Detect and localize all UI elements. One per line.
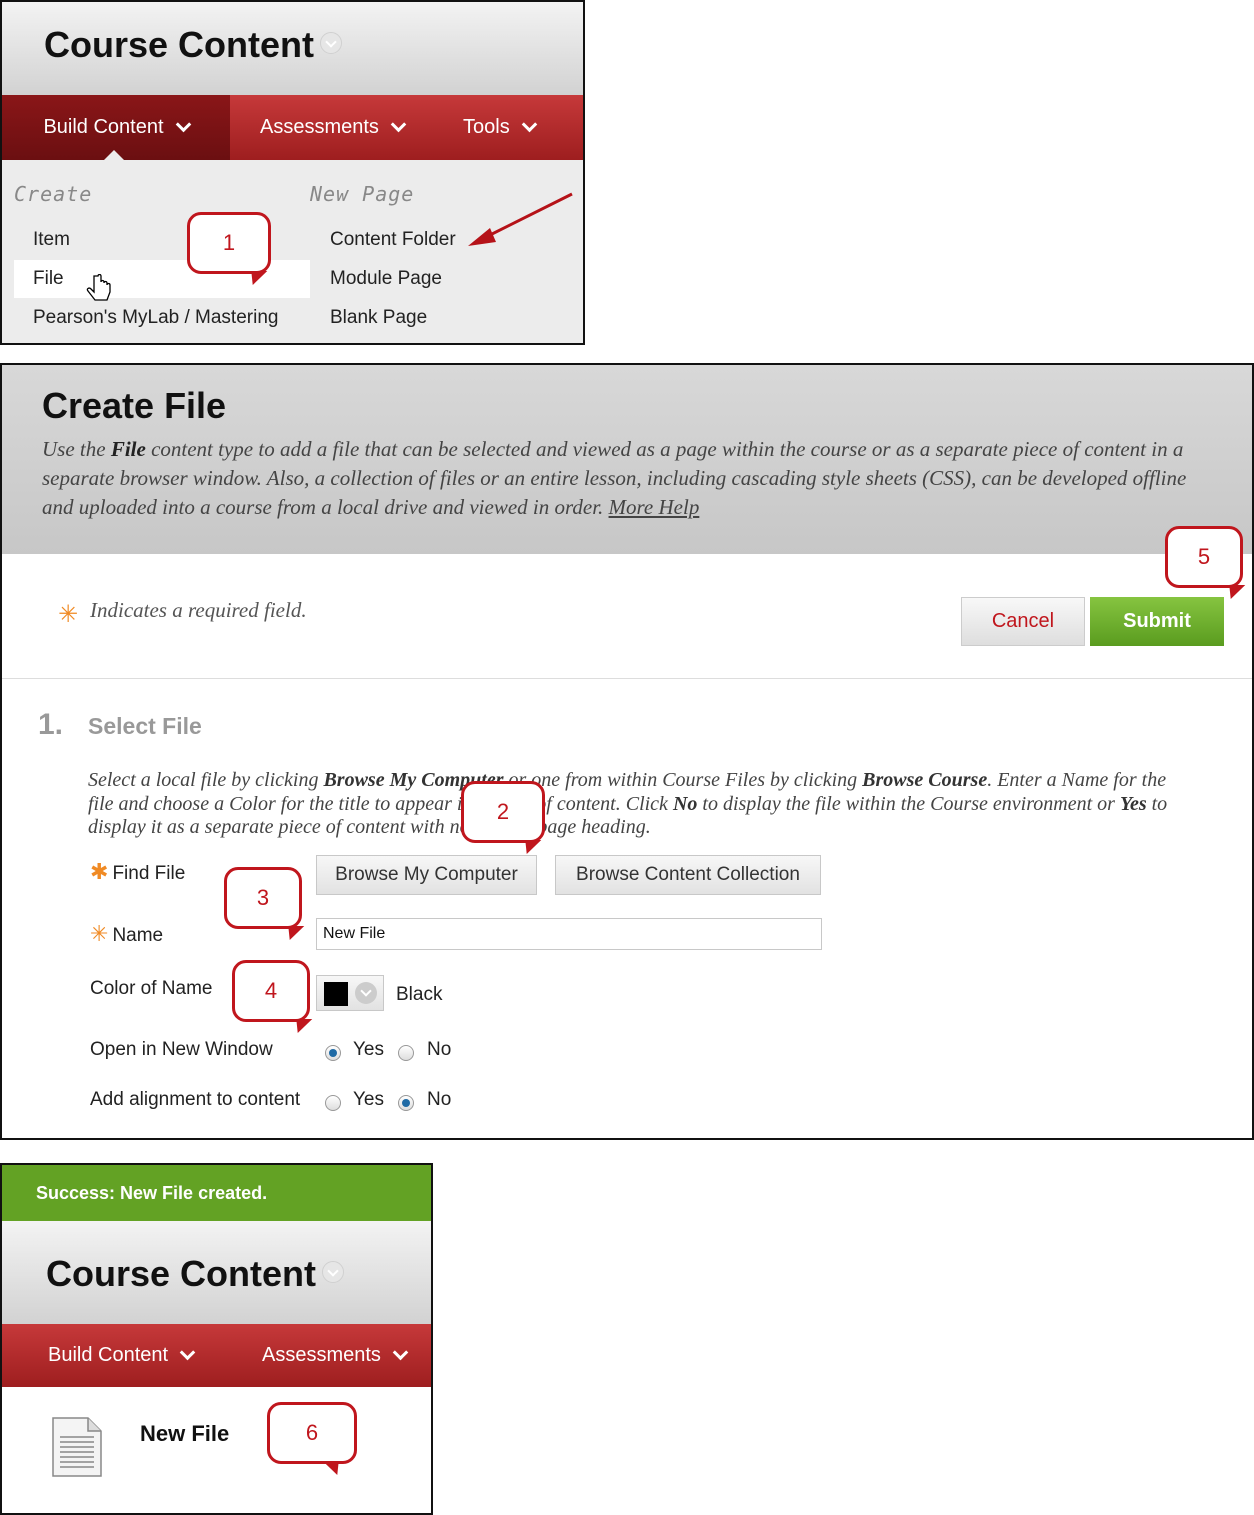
step-desc-bold: Browse Course — [862, 769, 988, 791]
open-new-window-label: Open in New Window — [90, 1039, 273, 1060]
content-toolbar: Build Content Assessments — [2, 1324, 431, 1387]
assessments-label: Assessments — [260, 116, 379, 138]
build-content-menu[interactable]: Build Content — [48, 1324, 196, 1387]
color-swatch — [324, 982, 348, 1006]
form-action-bar: ✳ Indicates a required field. Cancel Sub… — [2, 554, 1252, 679]
page-description: Use the File content type to add a file … — [42, 435, 1212, 522]
radio-label-no: No — [427, 1089, 452, 1110]
menu-item-item[interactable]: Item — [33, 229, 70, 251]
menu-item-content-folder[interactable]: Content Folder — [330, 229, 456, 251]
browse-my-computer-button[interactable]: Browse My Computer — [316, 855, 537, 895]
create-section-label: Create — [14, 182, 93, 206]
course-content-header: Course Content — [2, 1221, 431, 1324]
chevron-down-icon — [521, 116, 537, 133]
course-content-result-panel: Success: New File created. Course Conten… — [0, 1163, 433, 1515]
find-file-label-text: Find File — [112, 863, 186, 884]
step-callout-5: 5 — [1165, 526, 1243, 588]
course-content-header: Course Content — [2, 2, 583, 95]
color-value: Black — [396, 984, 443, 1005]
color-picker[interactable] — [316, 975, 384, 1011]
color-of-name-label: Color of Name — [90, 978, 213, 999]
assessments-menu[interactable]: Assessments — [260, 95, 407, 160]
assessments-menu[interactable]: Assessments — [262, 1324, 409, 1387]
required-note: Indicates a required field. — [90, 598, 307, 622]
content-item-title[interactable]: New File — [140, 1421, 229, 1447]
menu-pointer — [104, 150, 124, 160]
step-callout-2: 2 — [461, 781, 545, 843]
hand-cursor-icon — [86, 274, 111, 301]
required-asterisk-icon: ✳ — [58, 601, 79, 628]
page-title: Course Content — [44, 24, 342, 66]
menu-item-blank-page[interactable]: Blank Page — [330, 307, 427, 329]
menu-item-pearson-mylab[interactable]: Pearson's MyLab / Mastering — [33, 307, 278, 329]
menu-item-file[interactable]: File — [33, 268, 64, 290]
name-field[interactable]: New File — [316, 918, 822, 950]
step-desc-text: or one from within Course Files by click… — [503, 769, 863, 791]
create-file-header: Create File Use the File content type to… — [2, 365, 1252, 554]
step-desc-bold: No — [672, 792, 698, 815]
chevron-down-icon[interactable] — [320, 32, 342, 55]
find-file-label: ✱ Find File — [90, 859, 185, 885]
radio-label-yes: Yes — [353, 1039, 384, 1060]
build-content-label: Build Content — [48, 1344, 169, 1366]
assessments-label: Assessments — [262, 1344, 381, 1366]
chevron-down-icon — [355, 982, 377, 1004]
chevron-down-icon — [392, 1344, 409, 1361]
description-bold: File — [110, 437, 146, 461]
submit-button[interactable]: Submit — [1090, 597, 1224, 646]
alignment-yes-radio[interactable] — [325, 1095, 341, 1111]
chevron-down-icon — [179, 1344, 196, 1361]
add-alignment-label: Add alignment to content — [90, 1089, 301, 1110]
page-title-text: Course Content — [46, 1253, 316, 1294]
page-title-text: Course Content — [44, 24, 314, 65]
tools-label: Tools — [463, 116, 510, 138]
open-new-window-yes-radio[interactable] — [325, 1045, 341, 1061]
radio-label-yes: Yes — [353, 1089, 384, 1110]
step-callout-4: 4 — [232, 960, 310, 1022]
required-asterisk-icon: ✳ — [90, 921, 109, 946]
browse-content-collection-button[interactable]: Browse Content Collection — [555, 855, 821, 895]
step-desc-bold: Yes — [1119, 792, 1147, 815]
page-title: Course Content — [46, 1253, 344, 1295]
step-desc-text: to display the file within the Course en… — [697, 792, 1120, 815]
build-content-menu-panel: Course Content Build Content Assessments… — [0, 0, 585, 345]
menu-item-module-page[interactable]: Module Page — [330, 268, 442, 290]
chevron-down-icon — [175, 116, 191, 133]
tools-menu[interactable]: Tools — [463, 95, 537, 160]
page-title: Create File — [42, 385, 227, 426]
open-new-window-no-radio[interactable] — [398, 1045, 414, 1061]
more-help-link[interactable]: More Help — [609, 495, 700, 519]
step-title: Select File — [88, 713, 202, 739]
success-banner: Success: New File created. — [2, 1165, 431, 1221]
new-page-section-label: New Page — [310, 182, 415, 206]
file-icon — [52, 1417, 102, 1477]
alignment-no-radio[interactable] — [398, 1095, 414, 1111]
chevron-down-icon[interactable] — [322, 1261, 344, 1284]
arrow-pointer-icon — [468, 192, 573, 246]
required-asterisk-icon: ✱ — [90, 859, 109, 884]
cancel-button[interactable]: Cancel — [961, 597, 1085, 646]
name-label-text: Name — [112, 925, 164, 946]
step-desc-text: Select a local file by clicking — [88, 769, 324, 791]
radio-label-no: No — [427, 1039, 452, 1060]
create-file-panel: Create File Use the File content type to… — [0, 363, 1254, 1140]
step-number: 1. — [38, 708, 64, 741]
step-callout-6: 6 — [267, 1402, 357, 1464]
step-description: Select a local file by clicking Browse M… — [88, 769, 1188, 840]
description-text: Use the — [42, 437, 111, 461]
chevron-down-icon — [390, 116, 407, 133]
name-label: ✳ Name — [90, 921, 163, 947]
content-toolbar: Build Content Assessments Tools — [2, 95, 583, 160]
build-content-dropdown: Create New Page Item File Pearson's MyLa… — [2, 150, 583, 343]
build-content-label: Build Content — [43, 116, 164, 138]
step-callout-1: 1 — [187, 212, 271, 274]
step-callout-3: 3 — [224, 867, 302, 929]
